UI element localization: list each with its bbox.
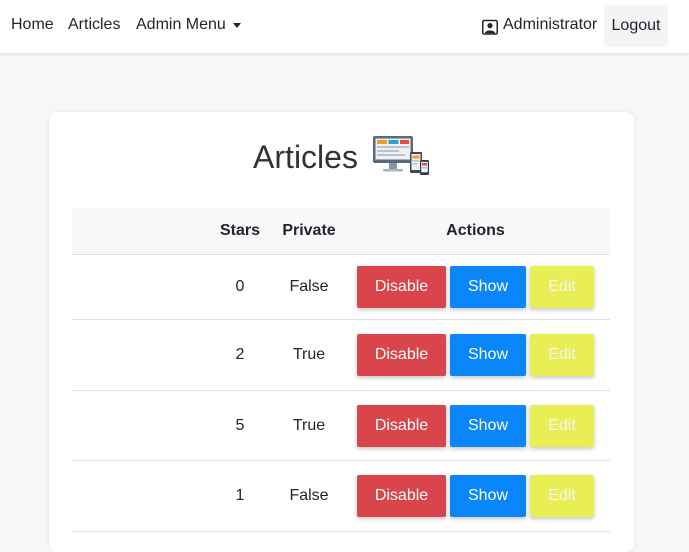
private-cell: True xyxy=(292,346,326,363)
stars-cell: 0 xyxy=(235,278,245,295)
show-button[interactable]: Show xyxy=(450,334,526,376)
stars-cell: 1 xyxy=(235,487,245,504)
logout-button[interactable]: Logout xyxy=(604,5,668,47)
private-cell: False xyxy=(289,487,329,504)
nav-articles-link[interactable]: Articles xyxy=(68,16,120,34)
private-cell: False xyxy=(289,278,329,295)
column-header-actions: Actions xyxy=(446,222,505,239)
disable-button[interactable]: Disable xyxy=(357,475,446,517)
stars-cell: 5 xyxy=(235,417,245,434)
articles-card: Articles Stars Private Actions 0 False D… xyxy=(49,112,634,552)
page-title: Articles xyxy=(49,134,634,177)
user-icon xyxy=(482,19,498,35)
column-header-stars: Stars xyxy=(219,222,261,239)
table-header-row: Stars Private Actions xyxy=(72,208,610,255)
table-row: 2 True Disable Show Edit xyxy=(72,320,610,391)
edit-button[interactable]: Edit xyxy=(530,334,594,376)
stars-cell: 2 xyxy=(235,346,245,363)
disable-button[interactable]: Disable xyxy=(357,334,446,376)
disable-button[interactable]: Disable xyxy=(357,405,446,447)
show-button[interactable]: Show xyxy=(450,475,526,517)
nav-home-link[interactable]: Home xyxy=(11,16,54,34)
edit-button[interactable]: Edit xyxy=(530,475,594,517)
page-title-text: Articles xyxy=(253,138,358,175)
devices-icon xyxy=(372,135,429,175)
table-row: 0 False Disable Show Edit xyxy=(72,255,610,320)
table-row: 5 True Disable Show Edit xyxy=(72,391,610,461)
show-button[interactable]: Show xyxy=(450,405,526,447)
top-navbar: Home Articles Admin Menu Administrator L… xyxy=(0,0,689,54)
column-header-private: Private xyxy=(282,222,336,239)
table-row: 1 False Disable Show Edit xyxy=(72,461,610,532)
nav-admin-menu-dropdown[interactable]: Admin Menu xyxy=(136,16,226,34)
nav-user-link[interactable]: Administrator xyxy=(503,16,597,34)
edit-button[interactable]: Edit xyxy=(530,266,594,308)
chevron-down-icon[interactable] xyxy=(233,23,241,28)
show-button[interactable]: Show xyxy=(450,266,526,308)
disable-button[interactable]: Disable xyxy=(357,266,446,308)
private-cell: True xyxy=(292,417,326,434)
edit-button[interactable]: Edit xyxy=(530,405,594,447)
